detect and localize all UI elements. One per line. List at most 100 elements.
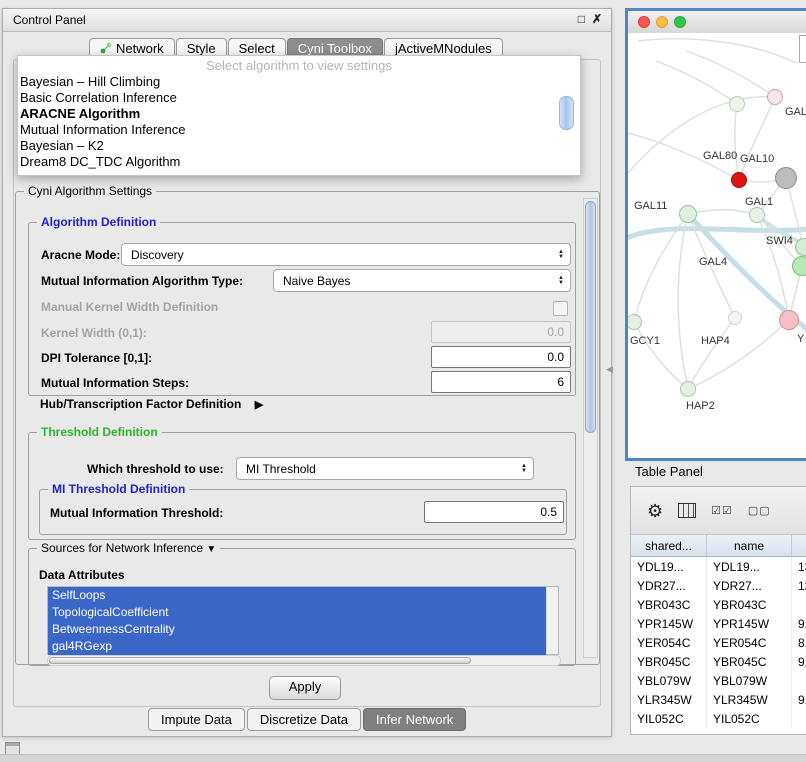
which-threshold-value: MI Threshold [237, 462, 521, 476]
column-header-name[interactable]: name [707, 535, 792, 556]
cell-value [792, 671, 806, 690]
list-item[interactable]: TopologicalCoefficient [48, 604, 546, 621]
splitter-collapse-icon[interactable]: ◀ [606, 364, 613, 375]
hub-section-toggle[interactable]: Hub/Transcription Factor Definition ▶ [40, 397, 263, 411]
table-row[interactable]: YDL19... YDL19... 13 [631, 557, 806, 576]
float-window-icon[interactable]: □ [578, 12, 585, 26]
list-horizontal-scrollbar-thumb[interactable] [49, 657, 471, 664]
cyni-algorithm-settings-group: Cyni Algorithm Settings Algorithm Defini… [15, 191, 600, 665]
mi-threshold-input[interactable] [424, 501, 564, 523]
aracne-mode-select[interactable]: Discovery ▲▼ [121, 243, 571, 266]
network-window-titlebar[interactable] [628, 11, 806, 34]
dropdown-item[interactable]: Basic Correlation Inference [18, 90, 580, 106]
mi-type-label: Mutual Information Algorithm Type: [41, 274, 243, 288]
dropdown-item[interactable]: Bayesian – K2 [18, 138, 580, 154]
select-all-checks-icon[interactable]: ☑☑ [711, 504, 733, 517]
node-pale-mid[interactable] [728, 311, 742, 325]
column-header-cut[interactable] [792, 535, 806, 556]
node-green-hap2[interactable] [680, 381, 696, 397]
list-item[interactable]: gal4RGexp [48, 638, 546, 655]
close-window-icon[interactable]: ✗ [592, 12, 602, 26]
cell-value [792, 595, 806, 614]
kernel-width-input[interactable] [431, 321, 571, 343]
table-row[interactable]: YBR045C YBR045C 9. [631, 652, 806, 671]
dropdown-item[interactable]: Dream8 DC_TDC Algorithm [18, 154, 580, 170]
data-attributes-list[interactable]: SelfLoops TopologicalCoefficient Between… [47, 586, 559, 655]
column-header-shared[interactable]: shared... [631, 535, 707, 556]
table-row[interactable]: YIL052C YIL052C [631, 709, 806, 728]
dropdown-item[interactable]: Mutual Information Inference [18, 122, 580, 138]
node-pale-top[interactable] [729, 96, 745, 112]
dropdown-placeholder: Select algorithm to view settings [18, 56, 580, 74]
dropdown-item-selected[interactable]: ARACNE Algorithm [18, 106, 580, 122]
cell-shared: YBR045C [631, 652, 707, 671]
popup-scrollbar-thumb[interactable] [559, 96, 574, 130]
node-label-gal80: GAL80 [703, 150, 737, 162]
apply-button[interactable]: Apply [269, 676, 341, 700]
chevron-updown-icon: ▲▼ [558, 276, 564, 286]
node-green-gal11[interactable] [679, 205, 697, 223]
zoom-button[interactable] [674, 16, 686, 28]
dpi-tolerance-label: DPI Tolerance [0,1]: [41, 351, 152, 365]
cell-shared: YBR043C [631, 595, 707, 614]
columns-icon[interactable] [678, 503, 696, 518]
network-canvas[interactable]: GAL GAL80 GAL10 GAL11 GAL1 SWI4 GAL4 GCY… [628, 33, 806, 458]
table-row[interactable]: YPR145W YPR145W 9. [631, 614, 806, 633]
node-pink-top[interactable] [767, 89, 783, 105]
node-label-gcy1: GCY1 [630, 335, 660, 347]
gear-icon[interactable]: ⚙ [647, 502, 663, 520]
cell-name: YLR345W [707, 690, 792, 709]
cell-shared: YLR345W [631, 690, 707, 709]
table-row[interactable]: YDR27... YDR27... 12 [631, 576, 806, 595]
table-panel-title: Table Panel [635, 464, 703, 479]
tab-infer-network[interactable]: Infer Network [363, 708, 466, 731]
manual-kernel-checkbox[interactable] [553, 301, 568, 316]
table-row[interactable]: YER054C YER054C 8. [631, 633, 806, 652]
cell-name: YER054C [707, 633, 792, 652]
node-bright-green[interactable] [792, 256, 806, 276]
window-title: Control Panel [13, 13, 86, 27]
list-item[interactable]: SelfLoops [48, 587, 546, 604]
collapse-triangle-icon[interactable]: ▼ [206, 544, 216, 555]
which-threshold-select[interactable]: MI Threshold ▲▼ [236, 457, 534, 480]
cell-shared: YPR145W [631, 614, 707, 633]
tab-impute-data[interactable]: Impute Data [148, 708, 245, 731]
list-vertical-scrollbar[interactable] [546, 587, 558, 654]
node-pink-right[interactable] [779, 310, 799, 330]
cell-shared: YER054C [631, 633, 707, 652]
dpi-tolerance-input[interactable] [431, 346, 571, 368]
clear-all-checks-icon[interactable]: ▢▢ [748, 504, 771, 517]
mi-type-select[interactable]: Naive Bayes ▲▼ [273, 269, 571, 292]
sources-fieldset: Sources for Network Inference ▼ Data Att… [28, 548, 576, 666]
node-green-swi4[interactable] [795, 238, 806, 256]
table-row[interactable]: YLR345W YLR345W 9. [631, 690, 806, 709]
settings-scrollbar[interactable] [583, 198, 598, 658]
cell-name: YDL19... [707, 557, 792, 576]
dropdown-item[interactable]: Bayesian – Hill Climbing [18, 74, 580, 90]
minimize-button[interactable] [656, 16, 668, 28]
list-item[interactable]: BetweennessCentrality [48, 621, 546, 638]
fieldset-title: Threshold Definition [37, 425, 162, 439]
node-gray-large[interactable] [775, 167, 797, 189]
table-row[interactable]: YBR043C YBR043C [631, 595, 806, 614]
cell-name: YBR043C [707, 595, 792, 614]
table-row[interactable]: YBL079W YBL079W [631, 671, 806, 690]
network-scrollbar-stub[interactable] [799, 35, 806, 63]
close-button[interactable] [638, 16, 650, 28]
cell-value: 9. [792, 614, 806, 633]
node-red-gal10[interactable] [731, 172, 747, 188]
fieldset-title: MI Threshold Definition [48, 482, 189, 496]
list-horizontal-scrollbar[interactable] [47, 655, 561, 666]
cell-name: YBL079W [707, 671, 792, 690]
mi-steps-input[interactable] [431, 371, 571, 393]
cell-name: YPR145W [707, 614, 792, 633]
control-panel-titlebar[interactable]: Control Panel □ ✗ [3, 9, 611, 32]
settings-scrollbar-thumb[interactable] [585, 201, 596, 433]
node-green-gal1[interactable] [749, 207, 765, 223]
node-label-gal10: GAL10 [740, 153, 774, 165]
expand-triangle-icon[interactable]: ▶ [255, 399, 263, 411]
sources-title[interactable]: Sources for Network Inference ▼ [37, 541, 220, 555]
tab-label: Select [239, 41, 275, 56]
aracne-mode-value: Discovery [122, 248, 558, 262]
tab-discretize-data[interactable]: Discretize Data [247, 708, 361, 731]
